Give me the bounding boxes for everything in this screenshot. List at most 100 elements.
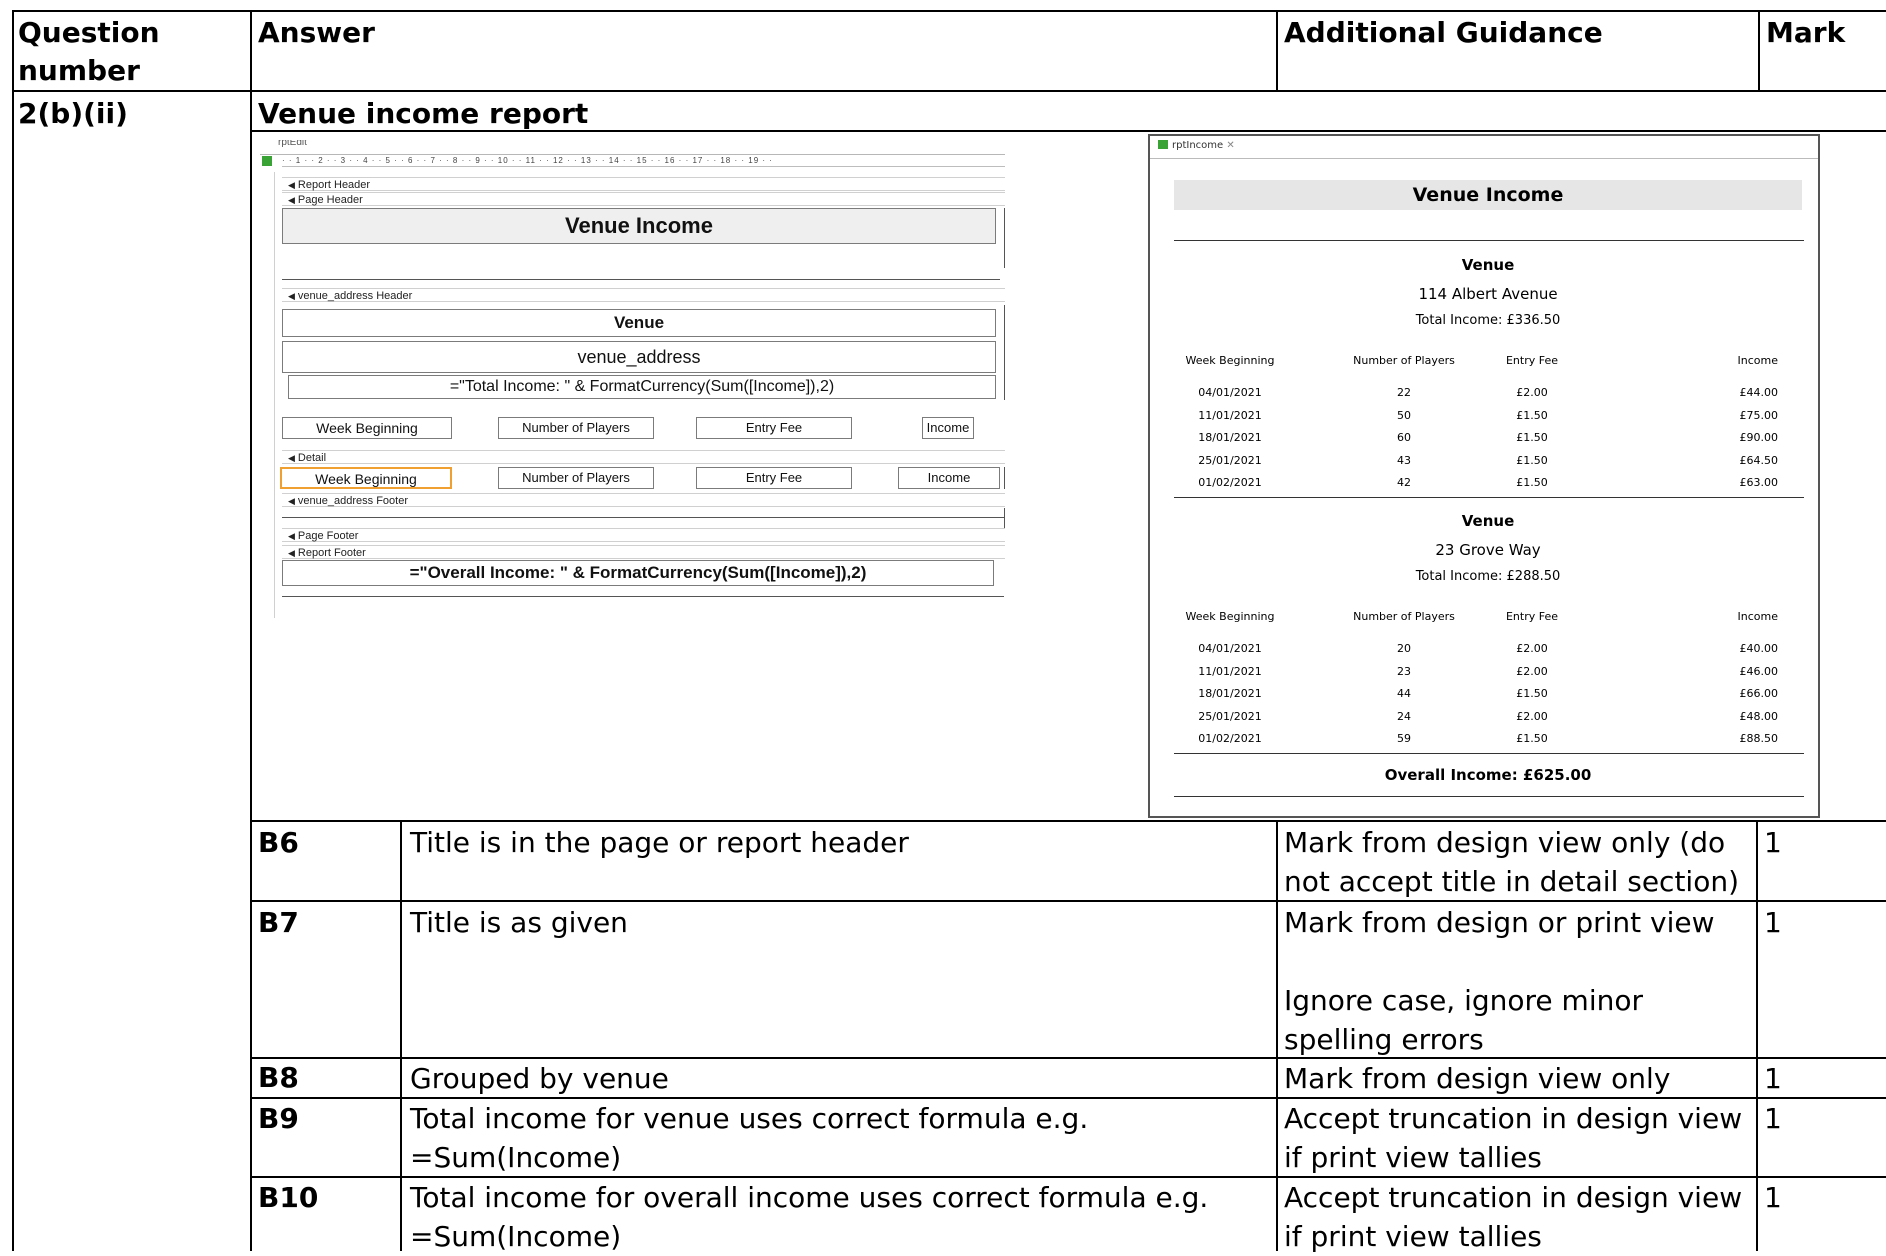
group2-cell: 20: [1397, 642, 1411, 655]
grid-line: [12, 90, 1886, 92]
row-b8-code: B8: [258, 1061, 299, 1094]
group2-cell: 11/01/2021: [1198, 664, 1262, 678]
design-field-week: Week Beginning: [280, 467, 452, 489]
grid-line: [1276, 820, 1278, 1251]
design-line: [1004, 305, 1005, 400]
section-group-header: ◀ venue_address Header: [282, 288, 1005, 302]
row-b10-guidance: Accept truncation in design view if prin…: [1284, 1181, 1743, 1253]
row-b7-mark: 1: [1764, 906, 1782, 939]
header-answer: Answer: [258, 16, 375, 49]
group1-cell: 60: [1397, 431, 1411, 444]
group1-col-header: Income: [1737, 354, 1778, 367]
grid-line: [1758, 10, 1760, 92]
section-page-footer: ◀ Page Footer: [282, 528, 1005, 542]
grid-line: [250, 820, 1886, 822]
row-b9-code: B9: [258, 1102, 299, 1135]
section-title: Venue income report: [258, 97, 589, 130]
design-tab-title: rptEdit: [278, 140, 307, 148]
group2-col-header: Entry Fee: [1505, 610, 1559, 623]
group2-cell: £40.00: [1739, 642, 1779, 655]
row-b10-mark: 1: [1764, 1181, 1782, 1214]
report-icon: [1158, 140, 1168, 149]
section-arrow-icon: ◀: [288, 180, 295, 190]
vertical-ruler: [260, 172, 275, 618]
group1-cell: 11/01/2021: [1198, 408, 1262, 422]
group1-cell: £1.50: [1516, 431, 1548, 444]
group1-cell: 50: [1397, 408, 1411, 422]
horizontal-ruler: · · 1 · · 2 · · 3 · · 4 · · 5 · · 6 · · …: [282, 156, 1005, 167]
row-b8-mark: 1: [1764, 1062, 1782, 1095]
group2-cell: £2.00: [1516, 709, 1548, 723]
preview-tab-bar: rptIncome ✕: [1150, 136, 1818, 159]
design-venue-label: Venue: [282, 309, 996, 337]
design-line: [1004, 467, 1005, 489]
header-mark: Mark: [1766, 16, 1846, 49]
group1-cell: 42: [1397, 476, 1411, 489]
group1-cell: £63.00: [1739, 476, 1779, 489]
group2-cell: 59: [1397, 732, 1411, 745]
row-b9-guidance: Accept truncation in design view if prin…: [1284, 1102, 1743, 1174]
design-line: [1004, 208, 1005, 268]
design-field-players: Number of Players: [498, 467, 654, 489]
group1-cell: 22: [1397, 386, 1411, 399]
group2-cell: £66.00: [1739, 687, 1779, 700]
design-line: [1004, 508, 1005, 528]
preview-rule: [1174, 796, 1804, 797]
group1-col-header: Week Beginning: [1185, 354, 1275, 367]
row-b6-code: B6: [258, 826, 299, 859]
close-tab-icon: ✕: [1226, 140, 1235, 151]
group2-col-header: Number of Players: [1353, 610, 1455, 623]
group1-total: Total Income: £336.50: [1415, 313, 1561, 328]
header-question-number: Question number: [18, 16, 160, 87]
group1-cell: £1.50: [1516, 453, 1548, 467]
group1-address: 114 Albert Avenue: [1418, 285, 1558, 303]
section-arrow-icon: ◀: [288, 195, 295, 205]
group2-cell: 25/01/2021: [1198, 709, 1262, 723]
row-b10-answer: Total income for overall income uses cor…: [410, 1181, 1209, 1253]
section-arrow-icon: ◀: [288, 548, 295, 558]
section-page-header: ◀ Page Header: [282, 192, 1005, 206]
row-b7-guidance-note: Ignore case, ignore minor spelling error…: [1284, 984, 1643, 1056]
group2-col-header: Week Beginning: [1185, 610, 1275, 623]
row-b9-answer: Total income for venue uses correct form…: [410, 1102, 1089, 1174]
preview-rule: [1174, 497, 1804, 498]
section-arrow-icon: ◀: [288, 453, 295, 463]
preview-overall-income: Overall Income: £625.00: [1384, 766, 1592, 784]
group1-cell: £90.00: [1739, 431, 1779, 444]
row-b8-guidance: Mark from design view only: [1284, 1062, 1671, 1095]
design-venue-address-field: venue_address: [282, 341, 996, 373]
group2-cell: £2.00: [1516, 664, 1548, 678]
group1-cell: £64.50: [1739, 453, 1779, 467]
preview-rule: [1174, 753, 1804, 754]
group2-cell: 01/02/2021: [1198, 732, 1262, 745]
group1-cell: 18/01/2021: [1198, 431, 1262, 444]
group2-address: 23 Grove Way: [1435, 541, 1541, 559]
grid-line: [12, 10, 14, 1251]
section-group-footer: ◀ venue_address Footer: [282, 493, 1005, 507]
section-arrow-icon: ◀: [288, 291, 295, 301]
group1-venue-label: Venue: [1461, 256, 1515, 274]
group2-cell: £1.50: [1516, 732, 1548, 745]
group1-cell: 04/01/2021: [1198, 386, 1262, 399]
preview-title: Venue Income: [1412, 184, 1564, 206]
grid-line: [250, 10, 252, 1251]
header-additional-guidance: Additional Guidance: [1284, 16, 1603, 49]
design-total-income-formula: ="Total Income: " & FormatCurrency(Sum([…: [288, 375, 996, 399]
section-detail: ◀ Detail: [282, 450, 1005, 464]
group1-cell: 43: [1397, 453, 1411, 467]
row-b6-answer: Title is in the page or report header: [410, 826, 909, 859]
group1-col-header: Number of Players: [1353, 354, 1455, 367]
group2-cell: £46.00: [1739, 664, 1779, 678]
row-b8-answer: Grouped by venue: [410, 1062, 669, 1095]
section-arrow-icon: ◀: [288, 531, 295, 541]
grid-line: [1756, 820, 1758, 1251]
report-design-view-screenshot: rptEdit · · 1 · · 2 · · 3 · · 4 · · 5 · …: [260, 140, 1005, 618]
group2-cell: 18/01/2021: [1198, 687, 1262, 700]
row-b6-guidance: Mark from design view only (do not accep…: [1284, 826, 1740, 898]
group2-cell: 24: [1397, 709, 1411, 723]
row-b6-mark: 1: [1764, 826, 1782, 859]
group1-cell: £1.50: [1516, 408, 1548, 422]
section-report-footer: ◀ Report Footer: [282, 545, 1005, 559]
group1-cell: £1.50: [1516, 476, 1548, 489]
question-number: 2(b)(ii): [18, 97, 128, 130]
